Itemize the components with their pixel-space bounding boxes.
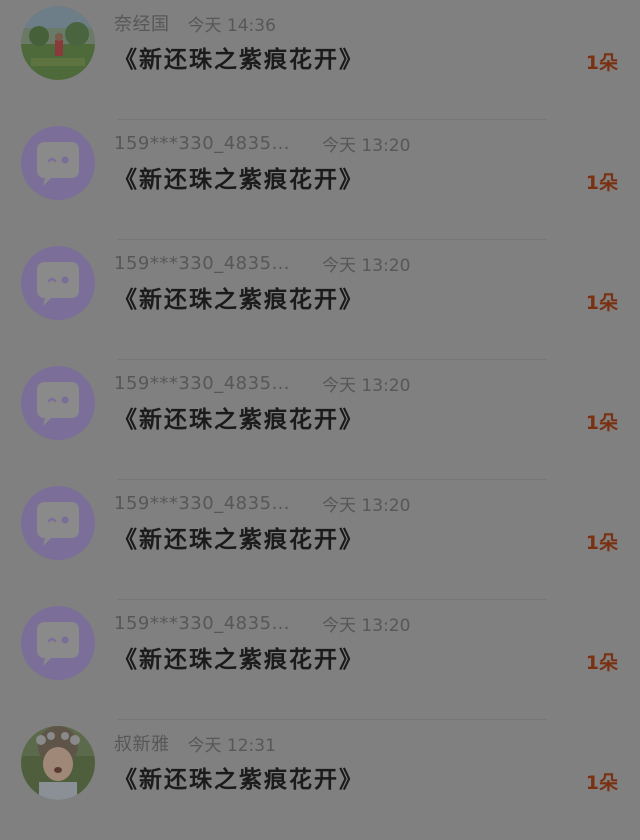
chat-bubble-icon bbox=[37, 142, 79, 186]
sender-name: 159***330_483557… bbox=[114, 492, 294, 514]
list-item[interactable]: 叔新雅 今天 12:31 《新还珠之紫痕花开》 1朵 bbox=[0, 720, 640, 840]
list-item[interactable]: 159***330_483557… 今天 13:20 《新还珠之紫痕花开》 1朵 bbox=[0, 120, 640, 240]
sender-name: 159***330_483557… bbox=[114, 252, 294, 274]
gift-count: 1朵 bbox=[585, 52, 618, 74]
list-item[interactable]: 159***330_483557… 今天 13:20 《新还珠之紫痕花开》 1朵 bbox=[0, 600, 640, 720]
avatar[interactable] bbox=[21, 246, 95, 320]
chat-bubble-icon bbox=[37, 502, 79, 546]
avatar[interactable] bbox=[21, 366, 95, 440]
chat-bubble-icon bbox=[37, 262, 79, 306]
avatar[interactable] bbox=[21, 126, 95, 200]
sender-name: 奈经国 bbox=[114, 14, 170, 35]
timestamp: 今天 13:20 bbox=[322, 135, 411, 156]
timestamp: 今天 13:20 bbox=[322, 375, 411, 396]
girl-photo-icon bbox=[21, 726, 95, 800]
timestamp: 今天 12:31 bbox=[187, 735, 276, 756]
gift-count: 1朵 bbox=[585, 532, 618, 554]
list-item[interactable]: 159***330_483557… 今天 13:20 《新还珠之紫痕花开》 1朵 bbox=[0, 240, 640, 360]
sender-name: 159***330_483557… bbox=[114, 372, 294, 394]
gift-record-list: 奈经国 今天 14:36 《新还珠之紫痕花开》 1朵 159***330_483… bbox=[0, 0, 640, 840]
chat-bubble-icon bbox=[37, 622, 79, 666]
avatar[interactable] bbox=[21, 6, 95, 80]
gift-title: 《新还珠之紫痕花开》 bbox=[114, 527, 364, 553]
gift-count: 1朵 bbox=[585, 292, 618, 314]
timestamp: 今天 13:20 bbox=[322, 495, 411, 516]
gift-count: 1朵 bbox=[585, 652, 618, 674]
gift-title: 《新还珠之紫痕花开》 bbox=[114, 47, 364, 73]
avatar[interactable] bbox=[21, 606, 95, 680]
chat-bubble-icon bbox=[37, 382, 79, 426]
timestamp: 今天 14:36 bbox=[187, 15, 276, 36]
sender-name: 159***330_483557… bbox=[114, 132, 294, 154]
gift-count: 1朵 bbox=[585, 412, 618, 434]
avatar[interactable] bbox=[21, 726, 95, 800]
timestamp: 今天 13:20 bbox=[322, 615, 411, 636]
gift-title: 《新还珠之紫痕花开》 bbox=[114, 167, 364, 193]
avatar[interactable] bbox=[21, 486, 95, 560]
gift-title: 《新还珠之紫痕花开》 bbox=[114, 407, 364, 433]
list-item[interactable]: 奈经国 今天 14:36 《新还珠之紫痕花开》 1朵 bbox=[0, 0, 640, 120]
list-item[interactable]: 159***330_483557… 今天 13:20 《新还珠之紫痕花开》 1朵 bbox=[0, 480, 640, 600]
gift-title: 《新还珠之紫痕花开》 bbox=[114, 767, 364, 793]
gift-title: 《新还珠之紫痕花开》 bbox=[114, 287, 364, 313]
timestamp: 今天 13:20 bbox=[322, 255, 411, 276]
sender-name: 159***330_483557… bbox=[114, 612, 294, 634]
landscape-photo-icon bbox=[21, 6, 95, 80]
sender-name: 叔新雅 bbox=[114, 734, 170, 755]
list-item[interactable]: 159***330_483557… 今天 13:20 《新还珠之紫痕花开》 1朵 bbox=[0, 360, 640, 480]
gift-title: 《新还珠之紫痕花开》 bbox=[114, 647, 364, 673]
gift-count: 1朵 bbox=[585, 772, 618, 794]
gift-count: 1朵 bbox=[585, 172, 618, 194]
